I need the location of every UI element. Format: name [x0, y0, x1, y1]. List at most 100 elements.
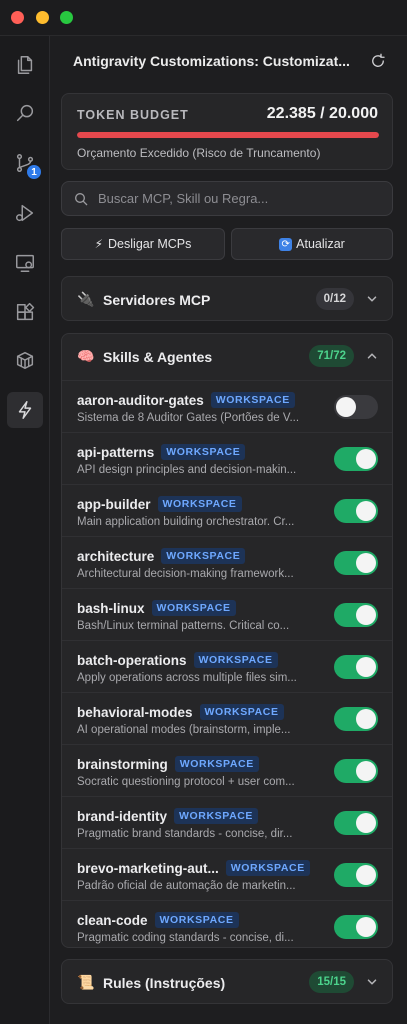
- workspace-badge: WORKSPACE: [174, 808, 259, 824]
- skill-toggle[interactable]: [334, 603, 378, 627]
- skill-row: clean-code WORKSPACE Pragmatic coding stan…: [62, 900, 392, 947]
- toggle-knob: [356, 917, 376, 937]
- lightning-icon: [18, 401, 32, 419]
- skill-toggle[interactable]: [334, 863, 378, 887]
- toggle-knob: [356, 553, 376, 573]
- refresh-label: Atualizar: [296, 237, 345, 251]
- rules-section: 📜 Rules (Instruções) 15/15: [61, 959, 393, 1004]
- mcp-servers-title: Servidores MCP: [103, 291, 211, 308]
- chevron-down-icon: [365, 292, 379, 306]
- refresh-panel-button[interactable]: [367, 50, 389, 72]
- skill-name: brevo-marketing-aut...: [77, 860, 219, 876]
- skill-name-line: app-builder WORKSPACE: [77, 496, 242, 512]
- workspace-badge: WORKSPACE: [174, 756, 259, 772]
- extensions-button[interactable]: [7, 295, 43, 331]
- token-budget-bar-fill: [77, 132, 379, 138]
- skill-list: aaron-auditor-gates WORKSPACE Sistema de 8…: [62, 380, 392, 947]
- skill-name: bash-linux: [77, 600, 145, 616]
- skills-count: 71/72: [309, 345, 354, 367]
- toggle-knob: [356, 501, 376, 521]
- skill-toggle[interactable]: [334, 707, 378, 731]
- skill-toggle[interactable]: [334, 447, 378, 471]
- mcp-servers-count: 0/12: [315, 288, 354, 310]
- skills-header[interactable]: 🧠 Skills & Agentes 71/72: [62, 334, 392, 379]
- skill-row: app-builder WORKSPACE Main application bui…: [62, 484, 392, 536]
- skill-name-line: brevo-marketing-aut... WORKSPACE: [77, 860, 310, 876]
- rules-count: 15/15: [309, 971, 354, 993]
- skill-row: api-patterns WORKSPACE API design principl…: [62, 432, 392, 484]
- skill-toggle[interactable]: [334, 759, 378, 783]
- chevron-down-icon: [365, 975, 379, 989]
- disable-mcps-button[interactable]: ⚡ Desligar MCPs: [61, 228, 225, 260]
- minimize-window-button[interactable]: [36, 11, 49, 24]
- antigravity-customizations-button[interactable]: [7, 392, 43, 428]
- panel-header: Antigravity Customizations: Customizat..…: [51, 36, 407, 86]
- remote-explorer-icon: [16, 254, 34, 272]
- skill-description: API design principles and decision-makin…: [77, 464, 297, 476]
- remote-explorer-button[interactable]: [7, 245, 43, 281]
- skill-toggle[interactable]: [334, 915, 378, 939]
- skill-name: brand-identity: [77, 808, 167, 824]
- skill-row: behavioral-modes WORKSPACE AI operational …: [62, 692, 392, 744]
- skill-name-line: brand-identity WORKSPACE: [77, 808, 259, 824]
- toggle-knob: [356, 813, 376, 833]
- skill-name: architecture: [77, 548, 155, 564]
- mcp-servers-header[interactable]: 🔌 Servidores MCP 0/12: [62, 277, 392, 322]
- rules-title: Rules (Instruções): [103, 974, 226, 991]
- skill-toggle[interactable]: [334, 499, 378, 523]
- containers-button[interactable]: [7, 342, 43, 378]
- skill-description: Socratic questioning protocol + user com…: [77, 776, 295, 788]
- token-budget-label: TOKEN BUDGET: [77, 108, 189, 122]
- skill-description: Apply operations across multiple files s…: [77, 672, 297, 684]
- skills-section: 🧠 Skills & Agentes 71/72 aaron-auditor-g…: [61, 333, 393, 948]
- close-window-button[interactable]: [11, 11, 24, 24]
- source-control-badge: 1: [27, 165, 41, 179]
- lightning-icon: ⚡: [94, 237, 104, 251]
- skill-description: AI operational modes (brainstorm, imple.…: [77, 724, 291, 736]
- toggle-knob: [356, 709, 376, 729]
- refresh-icon: [372, 53, 385, 67]
- token-budget-status: Orçamento Excedido (Risco de Truncamento…: [77, 146, 321, 160]
- skill-row: batch-operations WORKSPACE Apply operation…: [62, 640, 392, 692]
- skill-name-line: aaron-auditor-gates WORKSPACE: [77, 392, 295, 408]
- skill-description: Pragmatic coding standards - concise, di…: [77, 932, 294, 944]
- skill-description: Pragmatic brand standards - concise, dir…: [77, 828, 293, 840]
- refresh-button[interactable]: ⟳ Atualizar: [231, 228, 393, 260]
- chevron-up-icon: [365, 349, 379, 363]
- search-view-button[interactable]: [7, 95, 43, 131]
- skill-row: aaron-auditor-gates WORKSPACE Sistema de 8…: [62, 380, 392, 432]
- toggle-knob: [356, 605, 376, 625]
- skill-name-line: clean-code WORKSPACE: [77, 912, 239, 928]
- workspace-badge: WORKSPACE: [151, 600, 236, 616]
- workspace-badge: WORKSPACE: [225, 860, 310, 876]
- source-control-button[interactable]: 1: [7, 145, 43, 181]
- token-budget-value: 22.385 / 20.000: [266, 105, 378, 122]
- search-icon: [16, 104, 34, 122]
- explorer-button[interactable]: [7, 47, 43, 83]
- skill-toggle[interactable]: [334, 395, 378, 419]
- mcp-servers-section: 🔌 Servidores MCP 0/12: [61, 276, 393, 321]
- search-input[interactable]: [98, 191, 378, 206]
- token-budget-card: TOKEN BUDGET 22.385 / 20.000 Orçamento E…: [61, 93, 393, 170]
- workspace-badge: WORKSPACE: [210, 392, 295, 408]
- workspace-badge: WORKSPACE: [161, 444, 246, 460]
- disable-mcps-label: Desligar MCPs: [108, 237, 192, 251]
- skill-name: aaron-auditor-gates: [77, 392, 204, 408]
- token-budget-bar: [77, 132, 379, 138]
- skill-name-line: behavioral-modes WORKSPACE: [77, 704, 284, 720]
- rules-header[interactable]: 📜 Rules (Instruções) 15/15: [62, 960, 392, 1005]
- panel-title: Antigravity Customizations: Customizat..…: [73, 53, 350, 69]
- search-icon: [75, 192, 88, 205]
- skill-toggle[interactable]: [334, 655, 378, 679]
- activity-bar: 1: [0, 36, 50, 1024]
- maximize-window-button[interactable]: [60, 11, 73, 24]
- skill-name: behavioral-modes: [77, 704, 193, 720]
- skill-description: Bash/Linux terminal patterns. Critical c…: [77, 620, 290, 632]
- run-debug-button[interactable]: [7, 195, 43, 231]
- skill-name-line: architecture WORKSPACE: [77, 548, 246, 564]
- skill-name: brainstorming: [77, 756, 168, 772]
- plug-icon: 🔌: [77, 291, 95, 307]
- skill-toggle[interactable]: [334, 811, 378, 835]
- workspace-badge: WORKSPACE: [161, 548, 246, 564]
- skill-toggle[interactable]: [334, 551, 378, 575]
